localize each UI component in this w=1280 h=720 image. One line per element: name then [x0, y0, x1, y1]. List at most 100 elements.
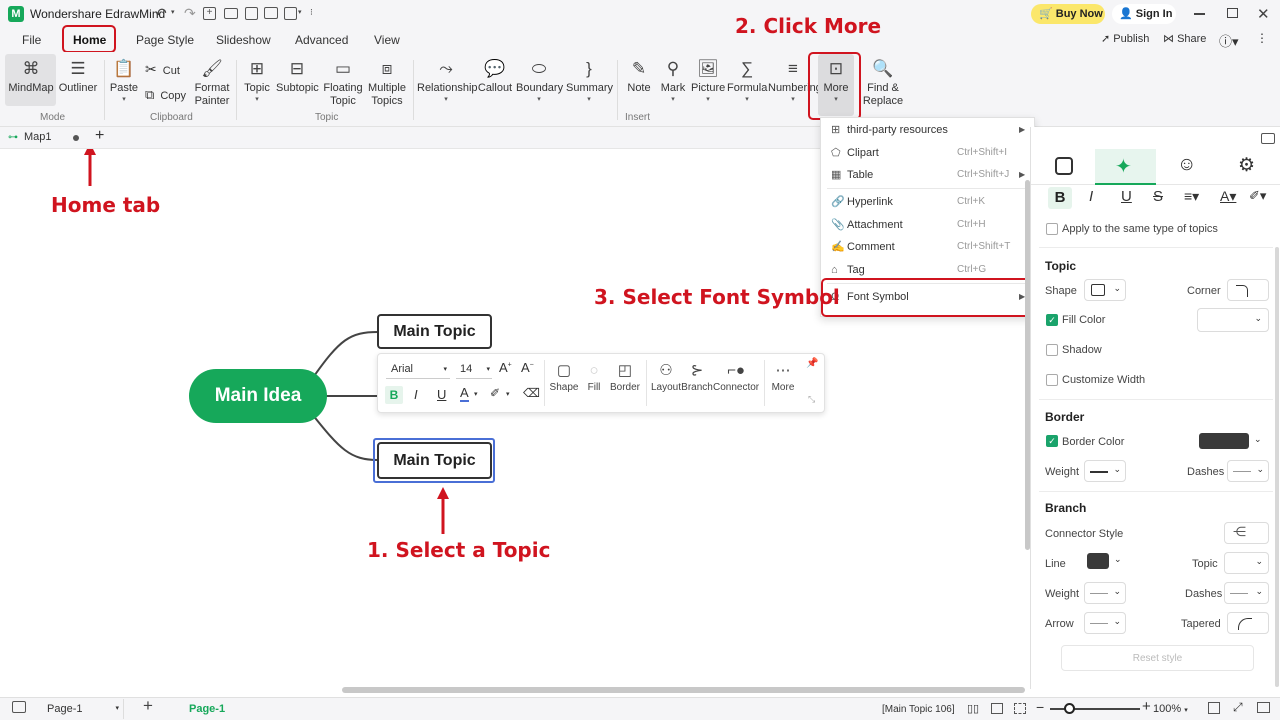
- more-options-icon[interactable]: ⋮: [1256, 31, 1268, 45]
- panel-underline-icon[interactable]: U: [1121, 188, 1132, 205]
- mindmap-button[interactable]: ⌘ MindMap: [8, 56, 54, 95]
- chevron-down-icon[interactable]: ⌄: [1254, 434, 1262, 445]
- sparkle-style-icon[interactable]: ✦: [1115, 154, 1132, 179]
- page-list-icon[interactable]: [12, 701, 26, 713]
- main-idea-node[interactable]: Main Idea: [189, 369, 327, 423]
- clear-format-icon[interactable]: ⌫: [523, 386, 540, 400]
- multiple-topics-button[interactable]: ⧈ Multiple Topics: [366, 56, 408, 108]
- shape-button[interactable]: ▢ Shape: [549, 360, 579, 393]
- panel-scrollbar[interactable]: [1275, 247, 1279, 687]
- menu-item-comment[interactable]: ✍ Comment Ctrl+Shift+T: [821, 236, 1036, 258]
- panel-italic-icon[interactable]: I: [1089, 188, 1093, 205]
- highlight-icon[interactable]: ✐: [490, 386, 500, 400]
- reset-style-button[interactable]: Reset style: [1061, 645, 1254, 671]
- menu-page-style[interactable]: Page Style: [136, 33, 194, 47]
- topic-button[interactable]: ⊞ Topic ▾: [240, 56, 274, 104]
- highlight-dropdown-icon[interactable]: ▾: [506, 390, 510, 398]
- panel-toggle-icon[interactable]: [1261, 133, 1275, 144]
- panel-font-color-icon[interactable]: A▾: [1220, 188, 1236, 205]
- relationship-button[interactable]: ⤳ Relationship ▾: [417, 56, 478, 104]
- border-dashes-select[interactable]: ⌄: [1227, 460, 1269, 482]
- border-button[interactable]: ◰ Border: [609, 360, 641, 393]
- zoom-level[interactable]: 100% ▾: [1153, 703, 1188, 715]
- tab-mark-icon[interactable]: ☺: [1177, 154, 1196, 176]
- menu-item-attachment[interactable]: 📎 Attachment Ctrl+H: [821, 214, 1036, 236]
- add-tab-icon[interactable]: +: [95, 127, 104, 145]
- customize-width-checkbox[interactable]: [1046, 374, 1058, 386]
- fullscreen-icon[interactable]: [1014, 703, 1026, 714]
- buy-now-button[interactable]: 🛒 Buy Now: [1031, 4, 1105, 24]
- find-replace-button[interactable]: 🔍 Find & Replace: [861, 56, 905, 108]
- subtopic-button[interactable]: ⊟ Subtopic: [276, 56, 319, 95]
- undo-dropdown-icon[interactable]: ▾: [171, 8, 175, 16]
- zoom-slider-handle[interactable]: [1064, 703, 1075, 714]
- collapse-icon[interactable]: ⤡: [808, 394, 815, 405]
- menu-item-hyperlink[interactable]: 🔗 Hyperlink Ctrl+K: [821, 191, 1036, 213]
- decrease-font-icon[interactable]: A−: [521, 360, 534, 375]
- document-tab[interactable]: Map1: [24, 131, 52, 143]
- underline-icon[interactable]: U: [437, 387, 446, 402]
- paste-button[interactable]: 📋 Paste ▾: [108, 56, 140, 104]
- new-file-icon[interactable]: +: [203, 7, 216, 20]
- tab-theme-icon[interactable]: ⚙: [1238, 154, 1255, 177]
- branch-topic-select[interactable]: ⌄: [1224, 552, 1269, 574]
- note-button[interactable]: ✎ Note: [622, 56, 656, 95]
- redo-icon[interactable]: ↷: [184, 5, 196, 22]
- menu-file[interactable]: File: [22, 33, 41, 47]
- italic-icon[interactable]: I: [414, 387, 418, 402]
- font-family-select[interactable]: Arial ▾: [386, 360, 450, 379]
- publish-button[interactable]: ➚ Publish: [1101, 32, 1149, 45]
- undo-icon[interactable]: ↶: [155, 5, 167, 22]
- panel-bold-icon[interactable]: B: [1048, 187, 1072, 209]
- panel-align-icon[interactable]: ≡▾: [1184, 188, 1199, 205]
- tab-page-style-icon[interactable]: [1055, 157, 1073, 175]
- tapered-select[interactable]: [1227, 612, 1269, 634]
- connector-button[interactable]: ⌐● Connector: [713, 360, 759, 393]
- page-select[interactable]: Page-1 ▾: [40, 699, 124, 719]
- layout-button[interactable]: ⚇ Layout: [650, 360, 682, 393]
- picture-button[interactable]: 🖼 Picture ▾: [691, 56, 725, 104]
- fit-page-icon[interactable]: [991, 703, 1003, 714]
- border-color-checkbox[interactable]: ✓: [1046, 435, 1058, 447]
- chevron-down-icon[interactable]: ⌄: [1114, 554, 1122, 565]
- toolbar-more-button[interactable]: ⋯ More: [768, 360, 798, 393]
- pin-icon[interactable]: 📌: [806, 358, 818, 369]
- copy-button[interactable]: ⧉ Copy: [145, 87, 186, 103]
- main-topic-node[interactable]: Main Topic: [377, 314, 492, 349]
- menu-item-table[interactable]: ▦ Table Ctrl+Shift+J ▶: [821, 164, 1036, 186]
- summary-button[interactable]: } Summary ▾: [566, 56, 613, 104]
- branch-dashes-select[interactable]: ⌄: [1224, 582, 1269, 604]
- floating-topic-button[interactable]: ▭ Floating Topic: [322, 56, 364, 108]
- increase-font-icon[interactable]: A+: [499, 360, 512, 375]
- menu-item-third-party[interactable]: ⊞ third-party resources ▶: [821, 119, 1036, 141]
- menu-advanced[interactable]: Advanced: [295, 33, 348, 47]
- customize-toolbar-icon[interactable]: ⁝: [310, 7, 313, 18]
- vertical-scrollbar[interactable]: [1025, 180, 1030, 550]
- branch-button[interactable]: ⊱ Branch: [681, 360, 713, 393]
- export-icon[interactable]: [284, 7, 297, 20]
- maximize-icon[interactable]: [1227, 8, 1238, 18]
- apply-same-checkbox[interactable]: [1046, 223, 1058, 235]
- screen-icon[interactable]: [1257, 702, 1270, 713]
- expand-icon[interactable]: ⤢: [1233, 700, 1243, 715]
- boundary-button[interactable]: ⬭ Boundary ▾: [516, 56, 563, 104]
- fill-color-select[interactable]: ⌄: [1197, 308, 1269, 332]
- callout-button[interactable]: 💬 Callout: [477, 56, 513, 95]
- horizontal-scrollbar[interactable]: [342, 687, 1025, 693]
- format-painter-button[interactable]: 🖌 Format Painter: [192, 56, 232, 108]
- outliner-button[interactable]: ☰ Outliner: [56, 56, 100, 95]
- minimize-icon[interactable]: [1194, 13, 1205, 15]
- add-page-icon[interactable]: +: [143, 696, 153, 716]
- panel-strikethrough-icon[interactable]: S: [1153, 188, 1163, 205]
- save-icon[interactable]: [245, 7, 258, 20]
- shadow-checkbox[interactable]: [1046, 344, 1058, 356]
- border-weight-select[interactable]: ⌄: [1084, 460, 1126, 482]
- font-color-dropdown-icon[interactable]: ▾: [474, 390, 478, 398]
- menu-slideshow[interactable]: Slideshow: [216, 33, 271, 47]
- zoom-out-icon[interactable]: −: [1036, 699, 1044, 715]
- formula-button[interactable]: ∑ Formula ▾: [727, 56, 767, 104]
- page-tab[interactable]: Page-1: [189, 703, 225, 715]
- share-button[interactable]: ⋈ Share: [1163, 32, 1206, 45]
- export-dropdown-icon[interactable]: ▾: [298, 8, 302, 16]
- bold-icon[interactable]: B: [385, 386, 403, 404]
